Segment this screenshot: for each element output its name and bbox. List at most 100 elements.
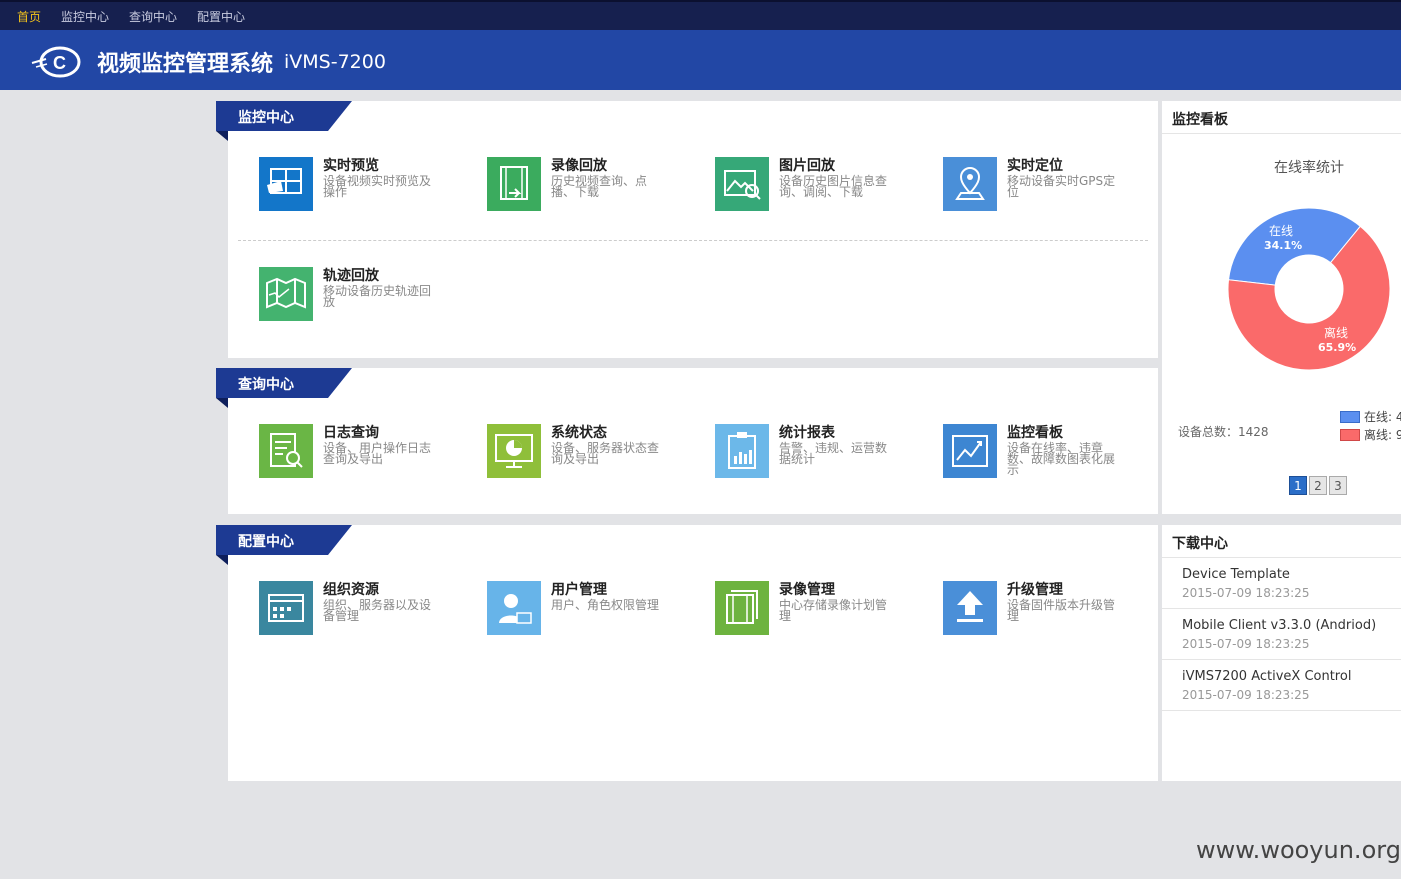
dashboard-panel: 监控看板 在线率统计 在线 34.1% 离线 65.9% 设备总数：1428 在…: [1162, 101, 1401, 514]
item-desc: 组织、服务器以及设备管理: [323, 598, 432, 623]
item-desc: 历史视频查询、点播、下载: [551, 174, 648, 199]
section-tab: 配置中心: [216, 525, 352, 565]
section-divider: [238, 240, 1148, 241]
upgrade-icon: [943, 581, 997, 635]
organization-resource-icon: [259, 581, 313, 635]
item-title: 实时预览: [323, 158, 379, 174]
recording-management-item[interactable]: 录像管理 中心存储录像计划管理: [715, 581, 915, 641]
item-title: 监控看板: [1007, 425, 1063, 441]
picture-playback-icon: [715, 157, 769, 211]
system-status-item[interactable]: 系统状态 设备、服务器状态查询及导出: [487, 424, 687, 484]
location-pin-icon: [943, 157, 997, 211]
page-button-1[interactable]: 1: [1289, 476, 1307, 495]
section-title: 查询中心: [238, 377, 294, 393]
user-management-item[interactable]: 用户管理 用户、角色权限管理: [487, 581, 687, 641]
live-preview-icon: [259, 157, 313, 211]
item-desc: 中心存储录像计划管理: [779, 598, 888, 623]
log-search-icon: [259, 424, 313, 478]
download-name[interactable]: Mobile Client v3.3.0 (Andriod): [1182, 618, 1376, 633]
query-center-panel: 查询中心 日志查询 设备、用户操作日志查询及导出 系统状态 设备、服务器状态查询…: [216, 368, 1158, 514]
video-playback-item[interactable]: 录像回放 历史视频查询、点播、下载: [487, 157, 687, 217]
section-title: 配置中心: [238, 534, 294, 550]
item-title: 实时定位: [1007, 158, 1063, 174]
item-title: 日志查询: [323, 425, 379, 441]
picture-playback-item[interactable]: 图片回放 设备历史图片信息查询、调阅、下载: [715, 157, 915, 217]
download-date: 2015-07-09 18:23:25: [1182, 688, 1310, 702]
organization-resource-item[interactable]: 组织资源 组织、服务器以及设备管理: [259, 581, 459, 641]
track-playback-item[interactable]: 轨迹回放 移动设备历史轨迹回放: [259, 267, 459, 327]
chart-title: 在线率统计: [1274, 160, 1344, 176]
user-management-icon: [487, 581, 541, 635]
watermark: www.wooyun.org: [1196, 836, 1401, 864]
item-title: 组织资源: [323, 582, 379, 598]
legend-swatch-online: [1340, 411, 1360, 423]
download-name[interactable]: iVMS7200 ActiveX Control: [1182, 669, 1351, 684]
page-button-2[interactable]: 2: [1309, 476, 1327, 495]
app-header: C 视频监控管理系统 iVMS-7200: [0, 30, 1401, 90]
item-desc: 设备固件版本升级管理: [1007, 598, 1116, 623]
log-search-item[interactable]: 日志查询 设备、用户操作日志查询及导出: [259, 424, 459, 484]
download-item[interactable]: Mobile Client v3.3.0 (Andriod) 2015-07-0…: [1162, 609, 1401, 660]
dashboard-item[interactable]: 监控看板 设备在线率、违章数、故障数图表化展示: [943, 424, 1143, 484]
top-navigation-bar: 首页 监控中心 查询中心 配置中心: [0, 0, 1401, 30]
item-title: 轨迹回放: [323, 268, 379, 284]
download-header: 下载中心: [1162, 525, 1401, 558]
statistics-report-item[interactable]: 统计报表 告警、违规、运营数据统计: [715, 424, 915, 484]
camera-logo-icon: C: [31, 46, 81, 78]
item-title: 统计报表: [779, 425, 835, 441]
download-title: 下载中心: [1172, 536, 1228, 552]
item-desc: 移动设备历史轨迹回放: [323, 284, 432, 309]
download-name[interactable]: Device Template: [1182, 567, 1290, 582]
system-status-icon: [487, 424, 541, 478]
nav-query-center[interactable]: 查询中心: [129, 8, 177, 25]
download-item[interactable]: Device Template 2015-07-09 18:23:25: [1162, 558, 1401, 609]
online-rate-donut-chart: [1227, 207, 1391, 371]
slice-label-online: 在线 34.1%: [1264, 222, 1303, 252]
item-title: 系统状态: [551, 425, 607, 441]
item-title: 升级管理: [1007, 582, 1063, 598]
download-center-panel: 下载中心 Device Template 2015-07-09 18:23:25…: [1162, 525, 1401, 781]
download-item[interactable]: iVMS7200 ActiveX Control 2015-07-09 18:2…: [1162, 660, 1401, 711]
item-title: 录像管理: [779, 582, 835, 598]
page-button-3[interactable]: 3: [1329, 476, 1347, 495]
live-preview-item[interactable]: 实时预览 设备视频实时预览及操作: [259, 157, 459, 217]
realtime-location-item[interactable]: 实时定位 移动设备实时GPS定位: [943, 157, 1143, 217]
item-title: 用户管理: [551, 582, 607, 598]
item-desc: 用户、角色权限管理: [551, 598, 660, 612]
dashboard-title: 监控看板: [1172, 112, 1228, 128]
item-desc: 设备视频实时预览及操作: [323, 174, 432, 199]
legend-offline[interactable]: 离线: 9: [1340, 426, 1401, 443]
statistics-report-icon: [715, 424, 769, 478]
slice-percent: 65.9%: [1318, 341, 1357, 354]
legend-swatch-offline: [1340, 429, 1360, 441]
item-title: 录像回放: [551, 158, 607, 174]
download-date: 2015-07-09 18:23:25: [1182, 637, 1310, 651]
svg-text:C: C: [53, 53, 66, 73]
recording-management-icon: [715, 581, 769, 635]
download-date: 2015-07-09 18:23:25: [1182, 586, 1310, 600]
slice-percent: 34.1%: [1264, 239, 1303, 252]
slice-name: 离线: [1323, 326, 1348, 340]
item-desc: 移动设备实时GPS定位: [1007, 174, 1116, 199]
nav-config-center[interactable]: 配置中心: [197, 8, 245, 25]
nav-home[interactable]: 首页: [17, 8, 41, 25]
item-desc: 设备、用户操作日志查询及导出: [323, 441, 432, 466]
item-desc: 设备、服务器状态查询及导出: [551, 441, 660, 466]
app-title: 视频监控管理系统: [97, 52, 274, 77]
legend-label: 在线: 4: [1364, 410, 1401, 424]
dashboard-header: 监控看板: [1162, 101, 1401, 134]
video-playback-icon: [487, 157, 541, 211]
slice-label-offline: 离线 65.9%: [1318, 324, 1357, 354]
slice-name: 在线: [1268, 224, 1293, 238]
section-title: 监控中心: [238, 110, 294, 126]
dashboard-chart-icon: [943, 424, 997, 478]
monitor-center-panel: 监控中心 实时预览 设备视频实时预览及操作 录像回放 历史视频查询、点播、下载 …: [216, 101, 1158, 358]
nav-monitor-center[interactable]: 监控中心: [61, 8, 109, 25]
legend-label: 离线: 9: [1364, 428, 1401, 442]
device-total: 设备总数：1428: [1178, 425, 1269, 439]
item-title: 图片回放: [779, 158, 835, 174]
legend-online[interactable]: 在线: 4: [1340, 408, 1401, 425]
map-track-icon: [259, 267, 313, 321]
app-version: iVMS-7200: [284, 51, 386, 73]
upgrade-management-item[interactable]: 升级管理 设备固件版本升级管理: [943, 581, 1143, 641]
